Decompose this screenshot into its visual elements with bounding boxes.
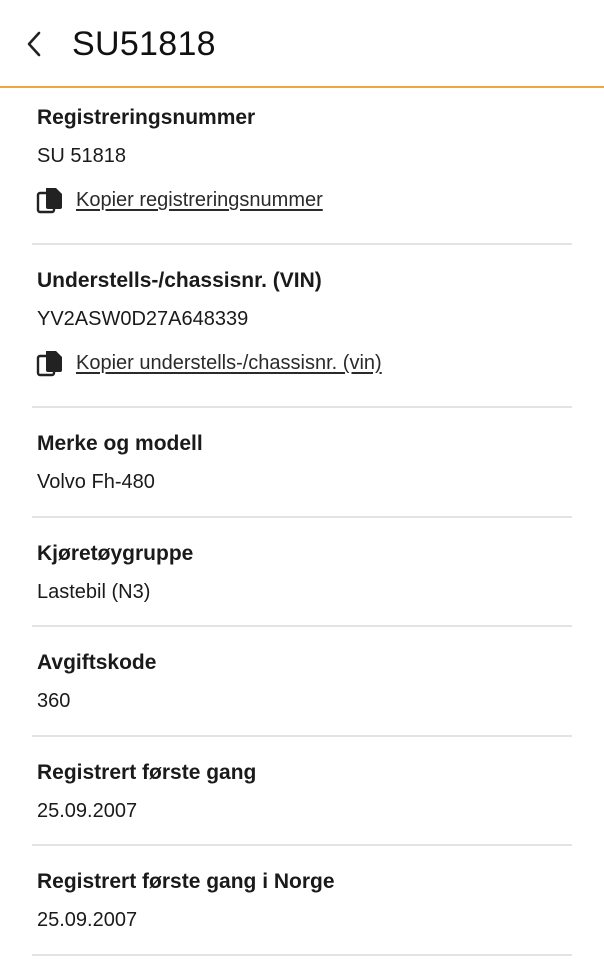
page-title: SU51818: [72, 25, 216, 63]
copy-icon: [36, 351, 62, 377]
field-value: SU 51818: [37, 145, 126, 167]
field-value: YV2ASW0D27A648339: [37, 308, 249, 330]
field-label: Registreringsnummer: [37, 106, 256, 129]
field-label: Avgiftskode: [37, 651, 157, 674]
field-first-registered-norway: Registrert første gang i Norge 25.09.200…: [32, 846, 572, 956]
chevron-left-icon: [27, 31, 41, 57]
field-value: 25.09.2007: [37, 909, 138, 931]
field-value: 360: [37, 690, 71, 712]
field-label: Merke og modell: [37, 432, 203, 455]
field-registration-number: Registreringsnummer SU 51818 Kopier regi…: [32, 90, 572, 245]
field-value: Lastebil (N3): [37, 581, 151, 603]
field-make-model: Merke og modell Volvo Fh-480: [32, 408, 572, 518]
field-fee-code: Avgiftskode 360: [32, 627, 572, 737]
back-button[interactable]: [22, 28, 46, 60]
field-value: 25.09.2007: [37, 800, 138, 822]
field-value: Volvo Fh-480: [37, 471, 155, 493]
copy-link-label: Kopier registreringsnummer: [76, 189, 323, 211]
copy-link-label: Kopier understells-/chassisnr. (vin): [76, 352, 382, 374]
field-label: Kjøretøygruppe: [37, 542, 194, 565]
field-vin: Understells-/chassisnr. (VIN) YV2ASW0D27…: [32, 245, 572, 408]
field-vehicle-group: Kjøretøygruppe Lastebil (N3): [32, 518, 572, 627]
field-label: Understells-/chassisnr. (VIN): [37, 269, 322, 292]
field-label: Registrert første gang: [37, 761, 257, 784]
field-first-registered: Registrert første gang 25.09.2007: [32, 737, 572, 846]
field-label: Registrert første gang i Norge: [37, 870, 335, 893]
app-header: SU51818: [0, 0, 604, 88]
copy-registration-number-link[interactable]: Kopier registreringsnummer: [32, 186, 323, 214]
copy-icon: [36, 188, 62, 214]
vehicle-details: Registreringsnummer SU 51818 Kopier regi…: [0, 90, 604, 956]
copy-vin-link[interactable]: Kopier understells-/chassisnr. (vin): [32, 349, 382, 377]
